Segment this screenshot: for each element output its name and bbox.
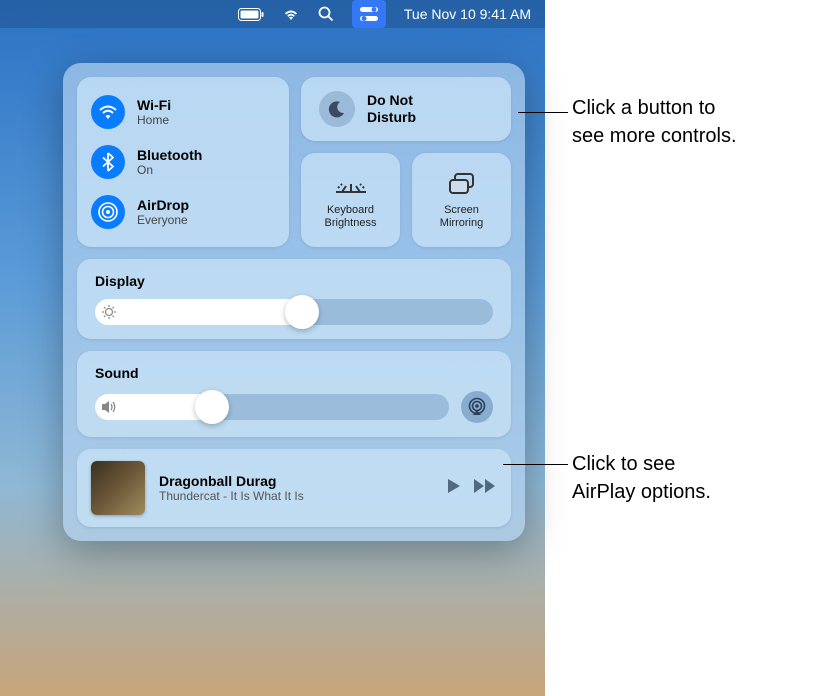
airdrop-control[interactable]: AirDrop Everyone bbox=[89, 187, 277, 237]
menubar-datetime[interactable]: Tue Nov 10 9:41 AM bbox=[404, 6, 531, 22]
control-center-menubar-icon[interactable] bbox=[352, 0, 386, 28]
control-center-panel: Wi-Fi Home Bluetooth On bbox=[63, 63, 525, 541]
spotlight-icon[interactable] bbox=[318, 6, 334, 22]
airdrop-title: AirDrop bbox=[137, 197, 189, 213]
bluetooth-title: Bluetooth bbox=[137, 147, 202, 163]
callout-line bbox=[503, 464, 568, 465]
now-playing-module[interactable]: Dragonball Durag Thundercat - It Is What… bbox=[77, 449, 511, 527]
screen-mirroring-icon bbox=[448, 170, 476, 198]
moon-icon bbox=[319, 91, 355, 127]
airdrop-subtitle: Everyone bbox=[137, 213, 189, 227]
play-button[interactable] bbox=[445, 477, 463, 500]
track-artist-album: Thundercat - It Is What It Is bbox=[159, 489, 431, 503]
volume-icon bbox=[101, 399, 119, 415]
dnd-label: Do Not Disturb bbox=[367, 92, 416, 126]
sound-module[interactable]: Sound bbox=[77, 351, 511, 437]
display-slider[interactable] bbox=[95, 299, 493, 325]
desktop-background: Tue Nov 10 9:41 AM Wi-Fi Home bbox=[0, 0, 545, 696]
sound-slider[interactable] bbox=[95, 394, 449, 420]
callout-bottom: Click to see AirPlay options. bbox=[572, 450, 711, 506]
airplay-icon bbox=[467, 397, 487, 417]
wifi-title: Wi-Fi bbox=[137, 97, 171, 113]
track-title: Dragonball Durag bbox=[159, 473, 431, 489]
bluetooth-icon bbox=[91, 145, 125, 179]
callout-line bbox=[518, 112, 568, 113]
album-art bbox=[91, 461, 145, 515]
wifi-menubar-icon[interactable] bbox=[282, 7, 300, 21]
sound-title: Sound bbox=[95, 365, 493, 381]
display-title: Display bbox=[95, 273, 493, 289]
sound-slider-thumb[interactable] bbox=[195, 390, 229, 424]
connectivity-module[interactable]: Wi-Fi Home Bluetooth On bbox=[77, 77, 289, 247]
battery-icon[interactable] bbox=[238, 8, 264, 21]
wifi-control[interactable]: Wi-Fi Home bbox=[89, 87, 277, 137]
brightness-icon bbox=[101, 304, 117, 320]
screen-mirroring-label: Screen Mirroring bbox=[440, 204, 483, 230]
screen-mirroring-module[interactable]: Screen Mirroring bbox=[412, 153, 511, 247]
next-button[interactable] bbox=[473, 478, 497, 499]
menubar: Tue Nov 10 9:41 AM bbox=[0, 0, 545, 28]
display-slider-thumb[interactable] bbox=[285, 295, 319, 329]
keyboard-brightness-icon bbox=[336, 170, 366, 198]
airplay-audio-button[interactable] bbox=[461, 391, 493, 423]
display-module[interactable]: Display bbox=[77, 259, 511, 339]
callout-top: Click a button to see more controls. bbox=[572, 94, 737, 150]
keyboard-brightness-label: Keyboard Brightness bbox=[325, 204, 377, 230]
wifi-icon bbox=[91, 95, 125, 129]
airdrop-icon bbox=[91, 195, 125, 229]
do-not-disturb-module[interactable]: Do Not Disturb bbox=[301, 77, 511, 141]
bluetooth-subtitle: On bbox=[137, 163, 202, 177]
bluetooth-control[interactable]: Bluetooth On bbox=[89, 137, 277, 187]
wifi-subtitle: Home bbox=[137, 113, 171, 127]
keyboard-brightness-module[interactable]: Keyboard Brightness bbox=[301, 153, 400, 247]
